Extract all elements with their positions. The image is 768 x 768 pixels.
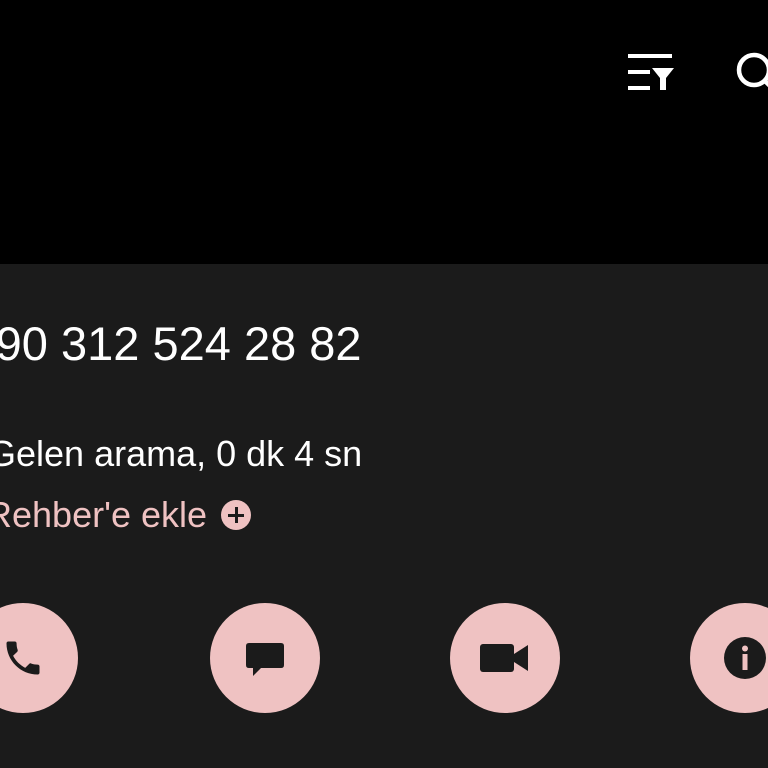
filter-list-icon [628, 54, 674, 90]
add-to-contacts-link[interactable]: Rehber'e ekle [0, 491, 252, 539]
phone-number: -90 312 524 28 82 [0, 317, 362, 370]
filter-button[interactable] [620, 48, 680, 100]
add-to-contacts-label: Rehber'e ekle [0, 494, 208, 535]
app-bar: n [0, 0, 768, 264]
call-detail-text: Gelen arama, 0 dk 4 sn [0, 433, 363, 474]
video-icon [480, 644, 528, 672]
phone-icon [6, 641, 40, 675]
search-button[interactable] [730, 44, 768, 100]
search-icon [736, 52, 768, 88]
message-icon [246, 643, 284, 676]
message-button[interactable] [210, 603, 320, 713]
info-icon [724, 637, 766, 679]
call-log-screen: n -90 312 524 28 82 Gelen arama, 0 dk 4 … [0, 0, 768, 768]
video-call-button[interactable] [450, 603, 560, 713]
add-circle-icon [221, 500, 252, 530]
